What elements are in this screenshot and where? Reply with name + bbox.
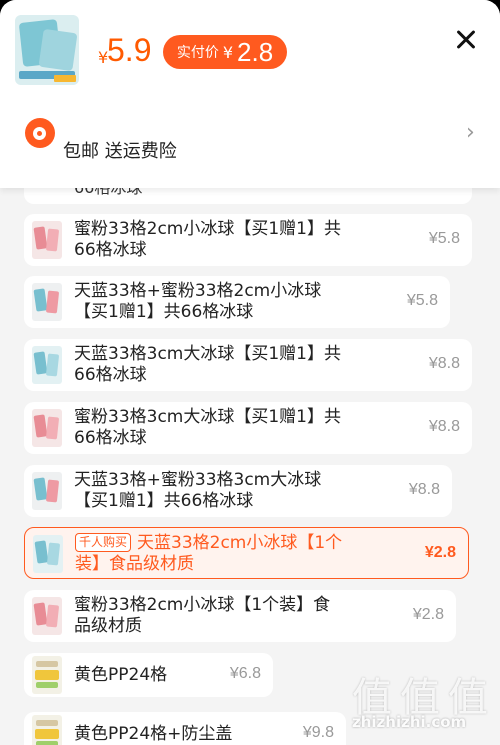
sku-option-list[interactable]: 66格冰球 蜜粉33格2cm小冰球【买1赠1】共66格冰球¥5.8天蓝33格+蜜… <box>0 188 500 745</box>
chevron-right-icon: › <box>466 120 475 145</box>
option-price: ¥8.8 <box>408 481 440 498</box>
option-thumbnail <box>33 535 63 573</box>
sku-option[interactable]: 黄色PP24格+防尘盖 ¥9.8 <box>24 712 346 745</box>
ice-tray-image <box>38 28 78 72</box>
option-price: ¥6.8 <box>229 665 261 682</box>
final-price-label: 实付价 <box>176 45 219 61</box>
shop-logo-icon <box>25 118 55 148</box>
final-price-currency: ¥ <box>222 42 234 62</box>
option-name: 天蓝33格+蜜粉33格2cm小冰球 【买1赠1】共66格冰球 <box>74 281 322 322</box>
option-price: ¥8.8 <box>428 355 460 372</box>
option-price: ¥5.8 <box>428 230 460 247</box>
option-thumbnail <box>32 283 62 321</box>
sku-option[interactable]: 蜜粉33格2cm小冰球【1个装】食 品级材质 ¥2.8 <box>24 590 456 642</box>
option-name: 蜜粉33格3cm大冰球【买1赠1】共 66格冰球 <box>74 407 341 448</box>
option-name: 蜜粉33格2cm小冰球【买1赠1】共 66格冰球 <box>74 219 341 260</box>
option-name: 66格冰球 <box>74 188 142 198</box>
option-thumbnail <box>32 656 62 694</box>
final-price-pill: 实付价 ¥ 2.8 <box>163 35 287 69</box>
option-name: 蜜粉33格2cm小冰球【1个装】食 品级材质 <box>74 595 331 636</box>
option-name: 天蓝33格3cm大冰球【买1赠1】共 66格冰球 <box>74 344 341 385</box>
thumbnail-tag <box>54 75 76 82</box>
sku-option[interactable]: 蜜粉33格2cm小冰球【买1赠1】共 66格冰球 ¥5.8 <box>24 214 472 266</box>
final-price-value: 2.8 <box>237 36 274 67</box>
close-icon[interactable] <box>452 26 480 54</box>
option-thumbnail <box>32 346 62 384</box>
sku-option[interactable]: 黄色PP24格 ¥6.8 <box>24 653 273 697</box>
sku-option[interactable]: 千人购买 天蓝33格2cm小冰球【1个 装】食品级材质 ¥2.8 <box>24 527 469 579</box>
option-price: ¥9.8 <box>302 724 334 741</box>
option-thumbnail <box>32 597 62 635</box>
option-thumbnail <box>32 221 62 259</box>
option-thumbnail <box>32 715 62 745</box>
sheet-header: ¥ 5.9 实付价 ¥ 2.8 包邮 送运费险 › <box>0 0 500 188</box>
option-price: ¥8.8 <box>428 418 460 435</box>
product-thumbnail[interactable] <box>15 15 79 85</box>
option-price: ¥2.8 <box>412 606 444 623</box>
sku-option[interactable]: 天蓝33格+蜜粉33格3cm大冰球 【买1赠1】共66格冰球 ¥8.8 <box>24 465 452 517</box>
list-item-partial[interactable]: 66格冰球 <box>24 188 472 204</box>
watermark-site: zhizhizhi.com <box>352 713 467 731</box>
original-price: 5.9 <box>107 32 152 68</box>
option-name: 天蓝33格+蜜粉33格3cm大冰球 【买1赠1】共66格冰球 <box>74 470 322 511</box>
option-name: 黄色PP24格 <box>74 665 168 685</box>
sku-option[interactable]: 蜜粉33格3cm大冰球【买1赠1】共 66格冰球 ¥8.8 <box>24 402 472 454</box>
option-name: 黄色PP24格+防尘盖 <box>74 724 233 744</box>
shipping-text: 包邮 送运费险 <box>63 141 177 162</box>
shipping-row[interactable]: 包邮 送运费险 › <box>0 108 500 170</box>
option-name: 千人购买 天蓝33格2cm小冰球【1个 装】食品级材质 <box>75 533 343 574</box>
sku-option[interactable]: 天蓝33格3cm大冰球【买1赠1】共 66格冰球 ¥8.8 <box>24 339 472 391</box>
option-price: ¥5.8 <box>406 292 438 309</box>
option-price: ¥2.8 <box>424 544 456 561</box>
option-thumbnail <box>32 472 62 510</box>
popularity-badge: 千人购买 <box>75 533 132 552</box>
option-thumbnail <box>32 409 62 447</box>
sku-selector-sheet: ¥ 5.9 实付价 ¥ 2.8 包邮 送运费险 › 66格冰球 蜜粉33格2cm… <box>0 0 500 745</box>
sku-option[interactable]: 天蓝33格+蜜粉33格2cm小冰球 【买1赠1】共66格冰球 ¥5.8 <box>24 276 450 328</box>
watermark: 值 值 值 zhizhizhi.com <box>352 665 500 745</box>
